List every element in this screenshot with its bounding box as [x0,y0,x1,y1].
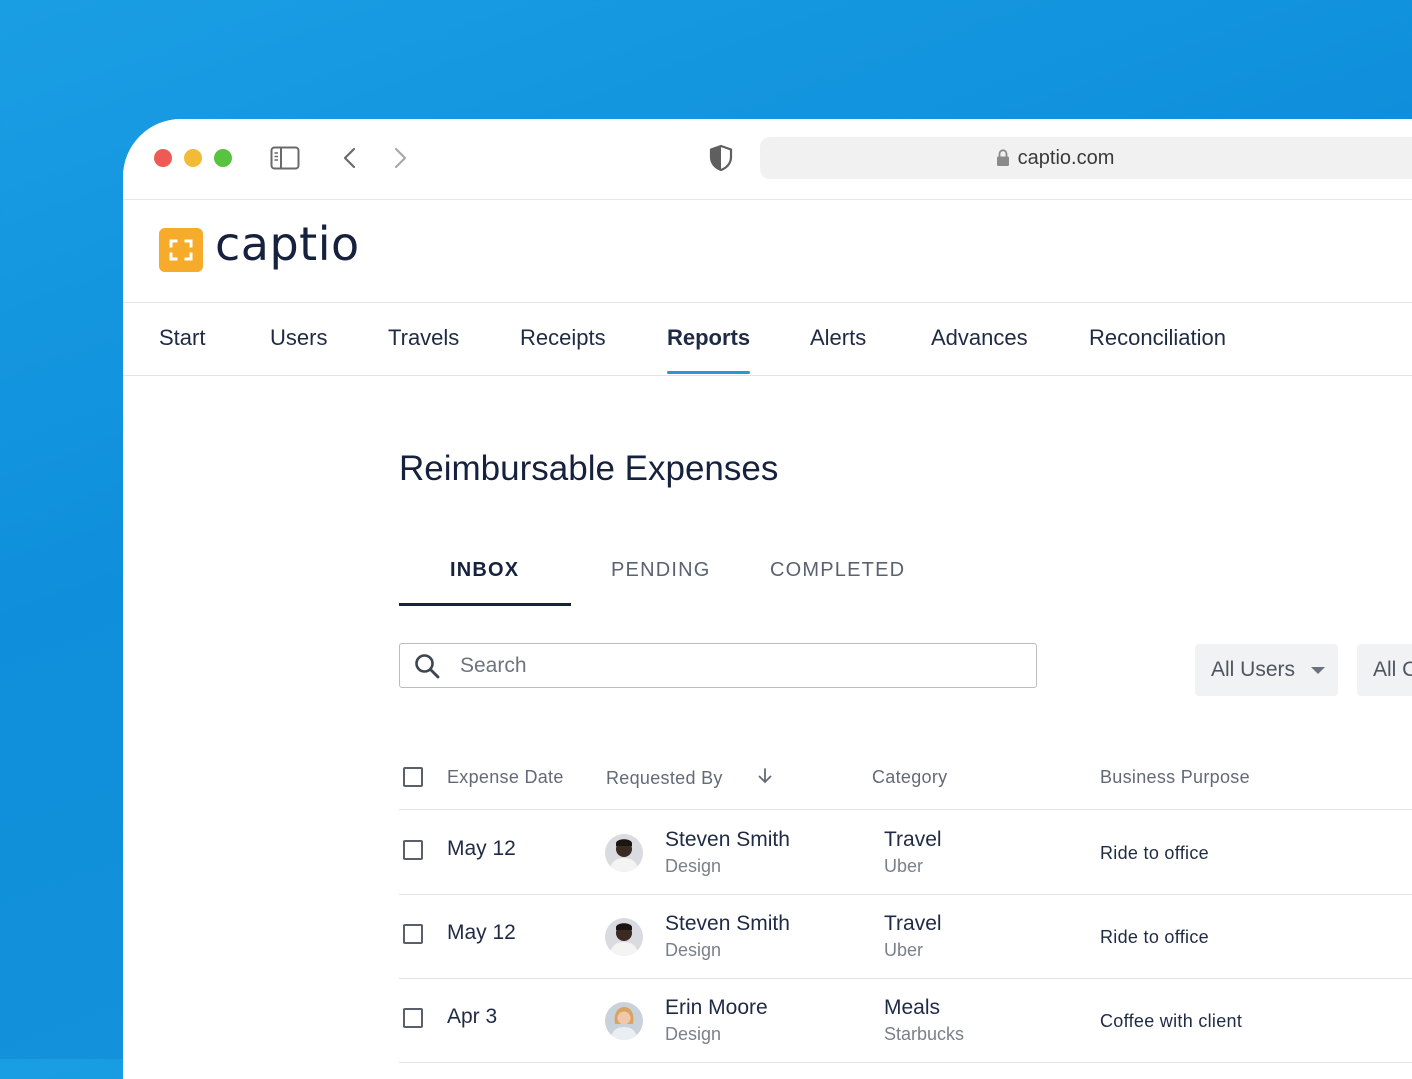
arrow-down-icon[interactable] [757,767,773,785]
nav-item-advances[interactable]: Advances [931,325,1028,351]
expense-vendor: Starbucks [884,1024,965,1044]
sidebar-toggle-icon[interactable] [270,146,300,170]
select-all-checkbox[interactable] [403,767,423,787]
avatar [605,918,643,956]
nav-item-reports[interactable]: Reports [667,325,750,351]
browser-toolbar: captio.com [123,119,1412,200]
column-header-business-purpose[interactable]: Business Purpose [1100,767,1250,788]
expense-vendor: Uber [884,856,924,876]
category-filter-dropdown[interactable]: All C [1357,644,1412,696]
chevron-left-icon[interactable] [339,146,363,170]
active-tab-indicator [399,603,571,606]
table-row[interactable]: May 12 Steven Smith Design Travel Uber R… [399,894,1412,979]
tab-pending[interactable]: PENDING [611,559,711,582]
business-purpose: Coffee with client [1100,1011,1243,1031]
business-purpose: Ride to office [1100,927,1209,947]
search-box[interactable] [399,643,1037,688]
lock-icon [996,149,1009,166]
requester-department: Design [665,1024,722,1044]
column-header-category[interactable]: Category [872,767,947,788]
expense-date: May 12 [447,921,516,944]
expense-category: Travel [884,828,942,851]
requester-department: Design [665,940,722,960]
row-checkbox[interactable] [403,924,423,944]
nav-item-receipts[interactable]: Receipts [520,325,606,351]
minimize-window-button[interactable] [184,149,202,167]
table-header: Expense Date Requested By Category Busin… [399,759,1412,810]
expense-vendor: Uber [884,940,924,960]
url-text: captio.com [1017,146,1115,169]
nav-item-reconciliation[interactable]: Reconciliation [1089,325,1226,351]
expense-category: Meals [884,996,941,1019]
main-navigation: Start Users Travels Receipts Reports Ale… [123,303,1412,376]
requester-name: Steven Smith [665,828,790,851]
requester-department: Design [665,856,722,876]
column-header-requested-by[interactable]: Requested By [606,768,723,789]
users-filter-value: All Users [1211,658,1296,681]
expense-date: May 12 [447,837,516,860]
close-window-button[interactable] [154,149,172,167]
expense-date: Apr 3 [447,1005,498,1028]
search-input[interactable] [458,650,1022,682]
logo-text[interactable]: captio [215,217,360,271]
caret-down-icon [1311,666,1326,674]
browser-window: captio.com captio Start Users Travels Re… [123,119,1412,1079]
expense-category: Travel [884,912,942,935]
requester-name: Erin Moore [665,996,768,1019]
category-filter-value: All C [1373,658,1412,681]
app-header: captio [123,199,1412,303]
captio-logo-icon[interactable] [159,228,203,272]
row-checkbox[interactable] [403,840,423,860]
maximize-window-button[interactable] [214,149,232,167]
business-purpose: Ride to office [1100,843,1209,863]
page-title: Reimbursable Expenses [399,449,779,488]
nav-item-travels[interactable]: Travels [388,325,459,351]
avatar [605,834,643,872]
nav-item-start[interactable]: Start [159,325,205,351]
tab-completed[interactable]: COMPLETED [770,559,905,582]
avatar [605,1002,643,1040]
table-row[interactable]: May 12 Steven Smith Design Travel Uber R… [399,810,1412,895]
chevron-right-icon[interactable] [387,146,411,170]
nav-item-users[interactable]: Users [270,325,327,351]
requester-name: Steven Smith [665,912,790,935]
active-nav-indicator [667,371,750,374]
column-header-expense-date[interactable]: Expense Date [447,767,564,788]
shield-icon[interactable] [708,144,734,172]
table-row[interactable]: Apr 3 Erin Moore Design Meals Starbucks … [399,978,1412,1063]
search-icon [415,654,440,679]
address-bar[interactable]: captio.com [760,137,1412,179]
users-filter-dropdown[interactable]: All Users [1195,644,1338,696]
tab-inbox[interactable]: INBOX [450,559,519,582]
row-checkbox[interactable] [403,1008,423,1028]
nav-item-alerts[interactable]: Alerts [810,325,866,351]
